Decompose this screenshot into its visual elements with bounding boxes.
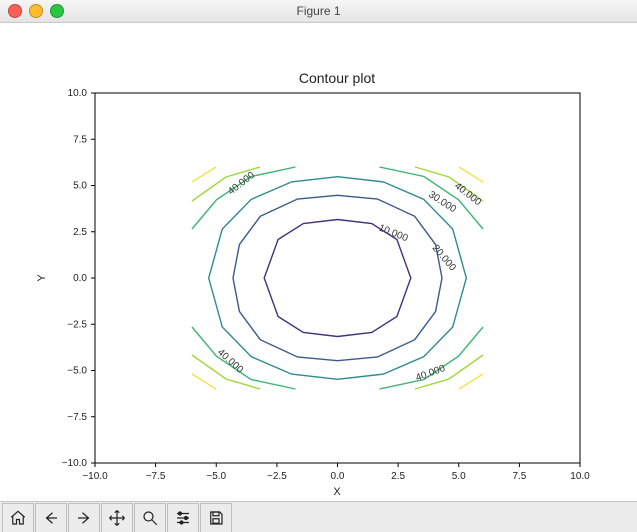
window-zoom-button[interactable] [50,4,64,18]
configure-subplots-button[interactable] [167,503,199,532]
window-title: Figure 1 [296,4,340,18]
svg-text:10.000: 10.000 [377,223,410,245]
contour-labels: 10.000 20.000 30.000 40.000 40.000 40.00… [215,170,483,384]
svg-text:10.0: 10.0 [570,471,590,482]
figure-canvas: Contour plot −10.0 −7.5 −5.0 −2.5 0.0 2.… [0,23,637,501]
svg-text:10.0: 10.0 [68,88,88,99]
x-axis-label: X [333,486,341,498]
pan-button[interactable] [101,503,133,532]
svg-text:20.000: 20.000 [430,243,458,274]
back-button[interactable] [35,503,67,532]
svg-text:2.5: 2.5 [73,227,87,238]
y-axis-ticks: −10.0 −7.5 −5.0 −2.5 0.0 2.5 5.0 7.5 10.… [62,88,95,469]
svg-text:2.5: 2.5 [391,471,405,482]
contour-level-30 [209,177,467,380]
svg-text:−7.5: −7.5 [146,471,166,482]
svg-text:−2.5: −2.5 [67,319,87,330]
forward-button[interactable] [68,503,100,532]
svg-text:−5.0: −5.0 [67,366,87,377]
svg-text:40.000: 40.000 [226,170,257,198]
window-minimize-button[interactable] [29,4,43,18]
axes-frame [95,93,580,463]
matplotlib-toolbar [0,501,637,532]
chart-title: Contour plot [299,70,375,86]
contour-level-60-tl [192,167,216,182]
svg-text:−2.5: −2.5 [267,471,287,482]
magnifier-icon [141,509,159,527]
x-axis-ticks: −10.0 −7.5 −5.0 −2.5 0.0 2.5 5.0 7.5 10.… [82,463,590,482]
sliders-icon [174,509,192,527]
zoom-button[interactable] [134,503,166,532]
arrow-left-icon [42,509,60,527]
svg-text:5.0: 5.0 [73,181,87,192]
contour-level-60-bl [192,374,216,389]
svg-text:7.5: 7.5 [512,471,526,482]
contour-level-40-br [380,327,484,389]
svg-text:−5.0: −5.0 [206,471,226,482]
svg-text:7.5: 7.5 [73,134,87,145]
svg-text:0.0: 0.0 [73,273,87,284]
svg-text:−10.0: −10.0 [62,458,88,469]
contour-level-40-bl [192,327,296,389]
svg-text:30.000: 30.000 [426,189,458,215]
y-axis-label: Y [36,274,48,282]
contour-level-60-br [459,374,483,389]
arrow-right-icon [75,509,93,527]
move-icon [108,509,126,527]
contour-level-60-tr [459,167,483,182]
window-titlebar: Figure 1 [0,0,637,23]
svg-text:5.0: 5.0 [452,471,466,482]
svg-text:−10.0: −10.0 [82,471,108,482]
home-icon [9,509,27,527]
svg-text:40.000: 40.000 [215,347,245,376]
window-close-button[interactable] [8,4,22,18]
home-button[interactable] [2,503,34,532]
plot-svg: Contour plot −10.0 −7.5 −5.0 −2.5 0.0 2.… [0,23,637,501]
save-button[interactable] [200,503,232,532]
save-icon [207,509,225,527]
svg-text:0.0: 0.0 [331,471,345,482]
svg-text:−7.5: −7.5 [67,412,87,423]
